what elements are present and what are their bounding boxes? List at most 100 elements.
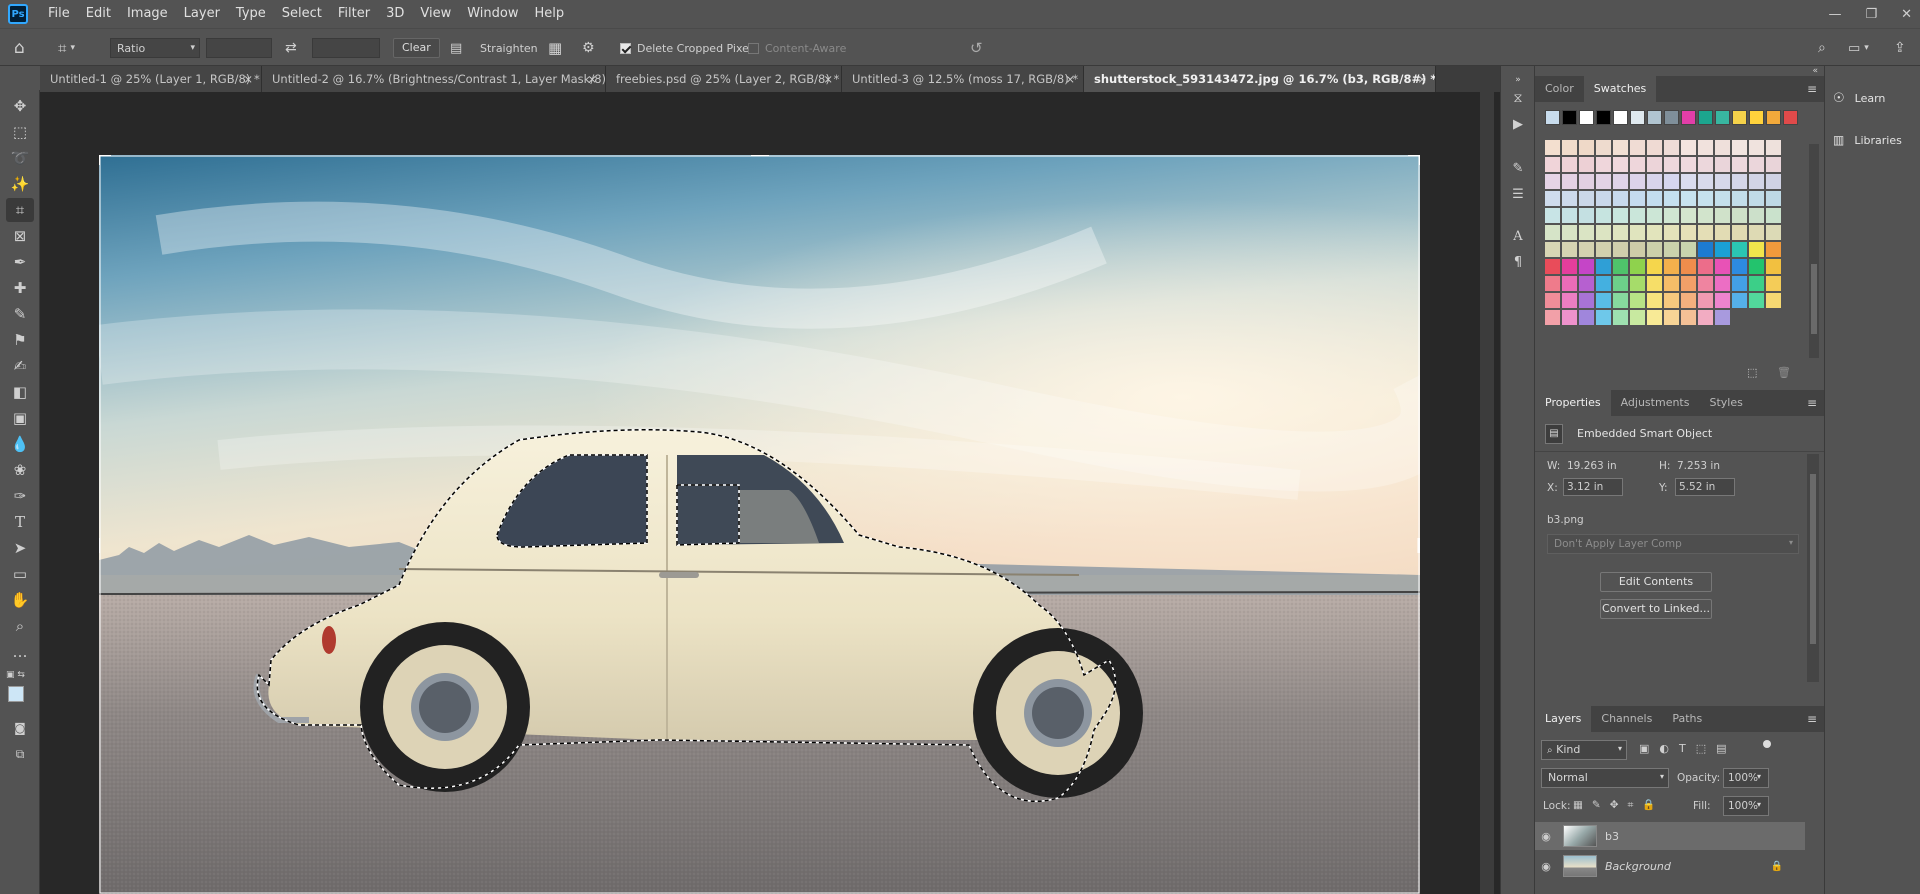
workspace-icon[interactable]: ▭ ▾ [1848, 38, 1869, 58]
swatch[interactable] [1579, 208, 1594, 223]
overlay-grid-icon[interactable]: ▦ [548, 38, 562, 58]
tab-properties[interactable]: Properties [1535, 390, 1611, 416]
y-position-input[interactable]: 5.52 in [1675, 478, 1735, 496]
panel-menu-icon[interactable]: ≡ [1807, 712, 1817, 726]
swatch[interactable] [1749, 276, 1764, 291]
visibility-eye-icon[interactable]: ◉ [1535, 860, 1557, 873]
fill-input[interactable]: 100% [1723, 796, 1769, 816]
zoom-tool-icon[interactable]: ⌕ [6, 614, 34, 638]
gear-icon[interactable]: ⚙ [582, 38, 595, 58]
close-icon[interactable]: × [587, 66, 597, 92]
swatch[interactable] [1681, 157, 1696, 172]
swatch[interactable] [1596, 293, 1611, 308]
swatch[interactable] [1579, 140, 1594, 155]
swatch[interactable] [1613, 310, 1628, 325]
swatch[interactable] [1766, 191, 1781, 206]
menu-type[interactable]: Type [228, 0, 274, 28]
swatch[interactable] [1732, 242, 1747, 257]
swatch[interactable] [1579, 110, 1594, 125]
swatch[interactable] [1562, 276, 1577, 291]
swatch[interactable] [1613, 110, 1628, 125]
close-window-icon[interactable]: ✕ [1901, 7, 1912, 22]
swatch[interactable] [1664, 225, 1679, 240]
clone-stamp-tool-icon[interactable]: ⚑ [6, 328, 34, 352]
swatch[interactable] [1715, 110, 1730, 125]
swatch[interactable] [1545, 276, 1560, 291]
swatch[interactable] [1766, 140, 1781, 155]
swatch[interactable] [1647, 110, 1662, 125]
swatch[interactable] [1613, 174, 1628, 189]
swatch[interactable] [1545, 157, 1560, 172]
swatch[interactable] [1630, 208, 1645, 223]
blur-tool-icon[interactable]: 💧 [6, 432, 34, 456]
swatch[interactable] [1647, 191, 1662, 206]
swatch[interactable] [1647, 310, 1662, 325]
swatch[interactable] [1766, 225, 1781, 240]
share-icon[interactable]: ⇪ [1894, 38, 1906, 58]
menu-select[interactable]: Select [274, 0, 330, 28]
swatch[interactable] [1596, 259, 1611, 274]
swatch[interactable] [1783, 110, 1798, 125]
swatch[interactable] [1630, 191, 1645, 206]
swatch[interactable] [1766, 242, 1781, 257]
swatch[interactable] [1664, 191, 1679, 206]
menu-image[interactable]: Image [119, 0, 176, 28]
height-value[interactable]: 7.253 in [1677, 460, 1720, 472]
swatch[interactable] [1749, 293, 1764, 308]
swatch[interactable] [1681, 276, 1696, 291]
lock-options-icons[interactable]: ▦✎✥⌗🔒 [1573, 798, 1665, 812]
brush-tool-icon[interactable]: ✎ [6, 302, 34, 326]
clear-button[interactable]: Clear [393, 38, 440, 58]
swatch[interactable] [1698, 293, 1713, 308]
swatch[interactable] [1715, 259, 1730, 274]
swatch[interactable] [1545, 140, 1560, 155]
swatch[interactable] [1647, 276, 1662, 291]
swatch[interactable] [1664, 157, 1679, 172]
swatch[interactable] [1613, 293, 1628, 308]
swatch[interactable] [1545, 208, 1560, 223]
swatch[interactable] [1732, 259, 1747, 274]
swatch[interactable] [1715, 140, 1730, 155]
swatch[interactable] [1715, 293, 1730, 308]
swatch[interactable] [1579, 225, 1594, 240]
straighten-button[interactable]: Straighten [480, 38, 538, 58]
filter-toggle-icon[interactable] [1763, 740, 1771, 748]
tab-untitled-2[interactable]: Untitled-2 @ 16.7% (Brightness/Contrast … [262, 66, 606, 92]
swatch[interactable] [1664, 242, 1679, 257]
actions-play-icon[interactable]: ▶ [1508, 114, 1528, 134]
swatch[interactable] [1562, 157, 1577, 172]
tab-shutterstock[interactable]: shutterstock_593143472.jpg @ 16.7% (b3, … [1084, 66, 1436, 92]
swatch[interactable] [1732, 208, 1747, 223]
tab-channels[interactable]: Channels [1591, 706, 1662, 732]
swatch[interactable] [1698, 310, 1713, 325]
swatch[interactable] [1596, 276, 1611, 291]
collapse-icon[interactable]: « [1812, 66, 1818, 76]
ratio-dropdown[interactable]: Ratio ▾ [110, 38, 200, 58]
path-selection-tool-icon[interactable]: ➤ [6, 536, 34, 560]
swatch[interactable] [1698, 191, 1713, 206]
foreground-color-swatch[interactable] [8, 686, 24, 702]
close-icon[interactable]: × [243, 66, 253, 92]
swatch[interactable] [1630, 110, 1645, 125]
swatch[interactable] [1681, 191, 1696, 206]
convert-to-linked-button[interactable]: Convert to Linked... [1600, 599, 1712, 619]
gradient-tool-icon[interactable]: ▣ [6, 406, 34, 430]
quick-mask-icon[interactable]: ◙ [6, 716, 34, 740]
tab-swatches[interactable]: Swatches [1583, 76, 1657, 102]
swatch[interactable] [1664, 174, 1679, 189]
new-swatch-icon[interactable]: ⬚ [1747, 366, 1757, 379]
default-colors-icon[interactable]: ▣ ⇆ [6, 670, 34, 684]
swatch[interactable] [1596, 225, 1611, 240]
search-icon[interactable]: ⌕ [1818, 38, 1826, 58]
swatch[interactable] [1613, 225, 1628, 240]
close-icon[interactable]: × [823, 66, 833, 92]
swatch[interactable] [1664, 140, 1679, 155]
swatch[interactable] [1698, 259, 1713, 274]
menu-help[interactable]: Help [527, 0, 573, 28]
swatch[interactable] [1647, 242, 1662, 257]
ratio-height-input[interactable] [312, 38, 380, 58]
crop-tool-preset-icon[interactable]: ⌗ ▾ [58, 38, 75, 58]
swatch[interactable] [1596, 208, 1611, 223]
eyedropper-tool-icon[interactable]: ✒ [6, 250, 34, 274]
swatches-grid[interactable] [1541, 110, 1805, 360]
